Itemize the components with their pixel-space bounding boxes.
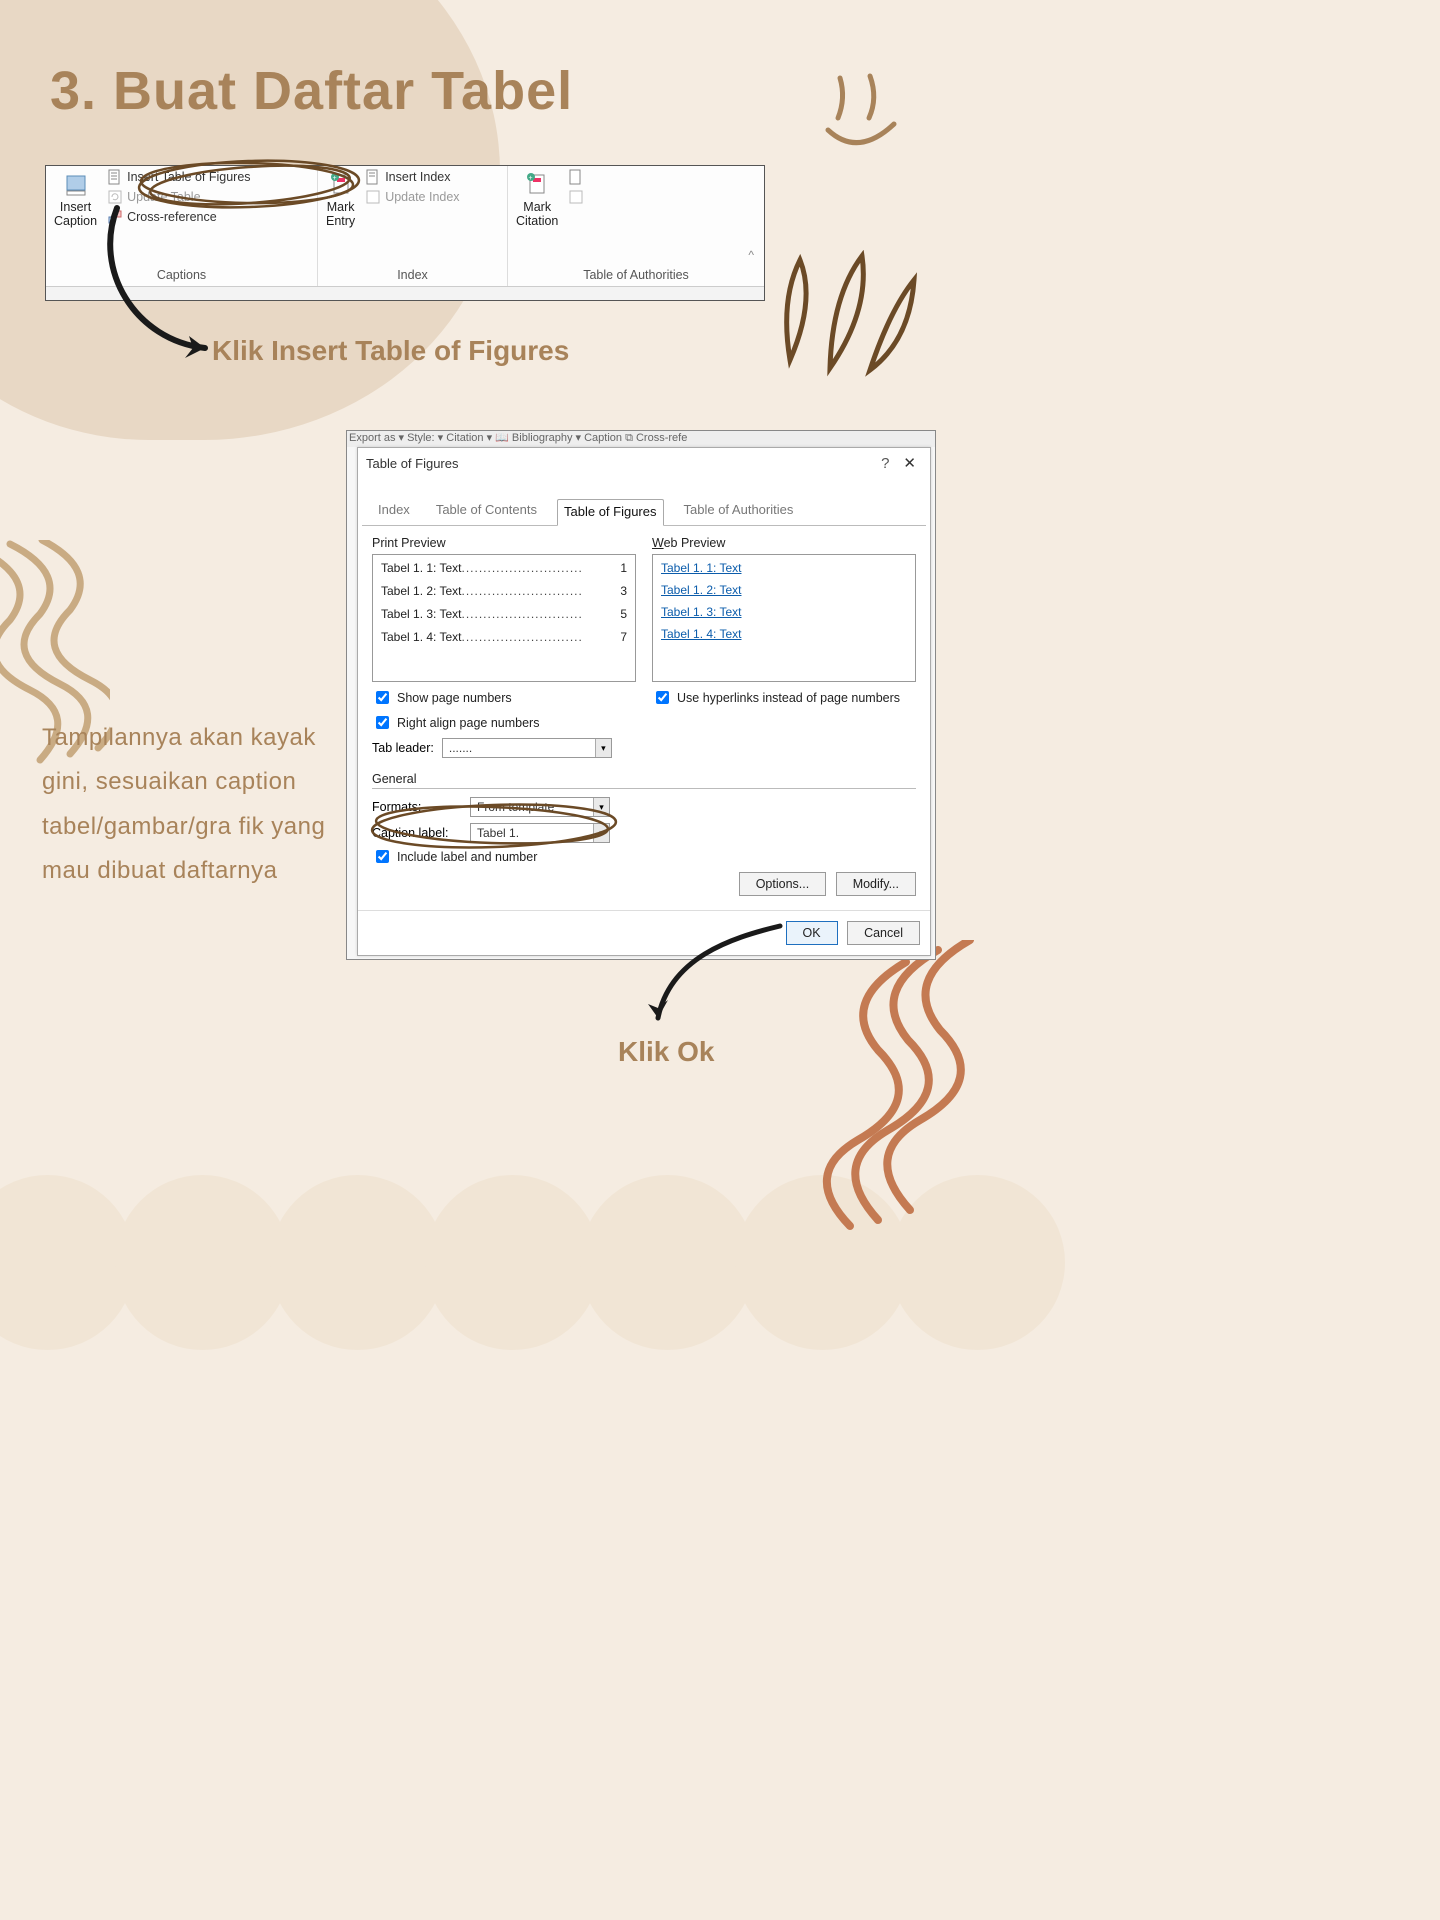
- formats-combo[interactable]: From template▾: [470, 797, 610, 817]
- insert-toa-button[interactable]: [566, 168, 586, 186]
- update-table-button[interactable]: Update Table: [105, 188, 252, 206]
- body-text: Tampilannya akan kayak gini, sesuaikan c…: [42, 716, 342, 894]
- cross-ref-icon: [107, 209, 123, 225]
- insert-caption-button[interactable]: Insert Caption: [52, 168, 99, 232]
- svg-text:+: +: [332, 175, 336, 182]
- web-preview-box: Tabel 1. 1: Text Tabel 1. 2: Text Tabel …: [652, 554, 916, 682]
- mark-citation-button[interactable]: + Mark Citation: [514, 168, 560, 232]
- caption-label-label: Caption label:: [372, 826, 462, 840]
- tab-index[interactable]: Index: [372, 498, 416, 525]
- tab-toc[interactable]: Table of Contents: [430, 498, 543, 525]
- close-icon[interactable]: ✕: [897, 454, 922, 472]
- table-of-figures-dialog: Table of Figures ? ✕ Index Table of Cont…: [357, 447, 931, 956]
- document-icon: [365, 169, 381, 185]
- web-preview-link: Tabel 1. 4: Text: [661, 627, 907, 641]
- chevron-down-icon[interactable]: ▾: [593, 824, 609, 842]
- chevron-down-icon[interactable]: ▾: [595, 739, 611, 757]
- caption-label-combo[interactable]: Tabel 1.▾: [470, 823, 610, 843]
- use-hyperlinks-checkbox[interactable]: Use hyperlinks instead of page numbers: [652, 688, 916, 707]
- tab-toa[interactable]: Table of Authorities: [678, 498, 800, 525]
- right-align-checkbox[interactable]: Right align page numbers: [372, 713, 636, 732]
- group-label: Captions: [52, 266, 311, 286]
- include-label-number-checkbox[interactable]: Include label and number: [372, 847, 916, 866]
- tab-leader-label: Tab leader:: [372, 741, 434, 755]
- smiley-icon: [820, 70, 910, 160]
- cancel-button[interactable]: Cancel: [847, 921, 920, 945]
- chevron-down-icon[interactable]: ▾: [593, 798, 609, 816]
- leaves-icon: [770, 250, 920, 380]
- tab-tof[interactable]: Table of Figures: [557, 499, 664, 526]
- modify-button[interactable]: Modify...: [836, 872, 916, 896]
- web-preview-heading: Web Preview: [652, 536, 916, 550]
- group-label: Index: [324, 266, 501, 286]
- cross-reference-button[interactable]: Cross-reference: [105, 208, 252, 226]
- group-label: Table of Authorities: [514, 266, 758, 286]
- svg-text:+: +: [529, 175, 533, 182]
- print-preview-heading: Print Preview: [372, 536, 636, 550]
- instruction-text: Klik Ok: [618, 1036, 714, 1068]
- web-preview-link: Tabel 1. 1: Text: [661, 561, 907, 575]
- web-preview-link: Tabel 1. 2: Text: [661, 583, 907, 597]
- instruction-text: Klik Insert Table of Figures: [212, 335, 569, 367]
- mark-entry-button[interactable]: + Mark Entry: [324, 168, 357, 232]
- insert-index-button[interactable]: Insert Index: [363, 168, 461, 186]
- word-ribbon: Insert Caption Insert Table of Figures U…: [45, 165, 765, 301]
- refresh-icon: [365, 189, 381, 205]
- dialog-title: Table of Figures: [366, 456, 873, 471]
- refresh-icon: [107, 189, 123, 205]
- page-title: 3. Buat Daftar Tabel: [50, 60, 573, 122]
- squiggle-icon: [820, 940, 980, 1240]
- web-preview-link: Tabel 1. 3: Text: [661, 605, 907, 619]
- document-icon: [107, 169, 123, 185]
- update-toa-button[interactable]: [566, 188, 586, 206]
- print-preview-box: Tabel 1. 1: Text .......................…: [372, 554, 636, 682]
- document-icon: [568, 189, 584, 205]
- ok-button[interactable]: OK: [786, 921, 838, 945]
- insert-table-of-figures-button[interactable]: Insert Table of Figures: [105, 168, 252, 186]
- options-button[interactable]: Options...: [739, 872, 827, 896]
- word-toolbar-strip: Export as ▾ Style: ▾ Citation ▾ 📖 Biblio…: [347, 431, 935, 447]
- general-heading: General: [372, 772, 916, 789]
- help-icon[interactable]: ?: [873, 455, 897, 472]
- formats-label: Formats:: [372, 800, 462, 814]
- collapse-ribbon-icon[interactable]: ^: [744, 244, 758, 266]
- update-index-button[interactable]: Update Index: [363, 188, 461, 206]
- tab-leader-combo[interactable]: .......▾: [442, 738, 612, 758]
- document-icon: [568, 169, 584, 185]
- scallop-decor: [0, 1100, 960, 1280]
- show-page-numbers-checkbox[interactable]: Show page numbers: [372, 688, 636, 707]
